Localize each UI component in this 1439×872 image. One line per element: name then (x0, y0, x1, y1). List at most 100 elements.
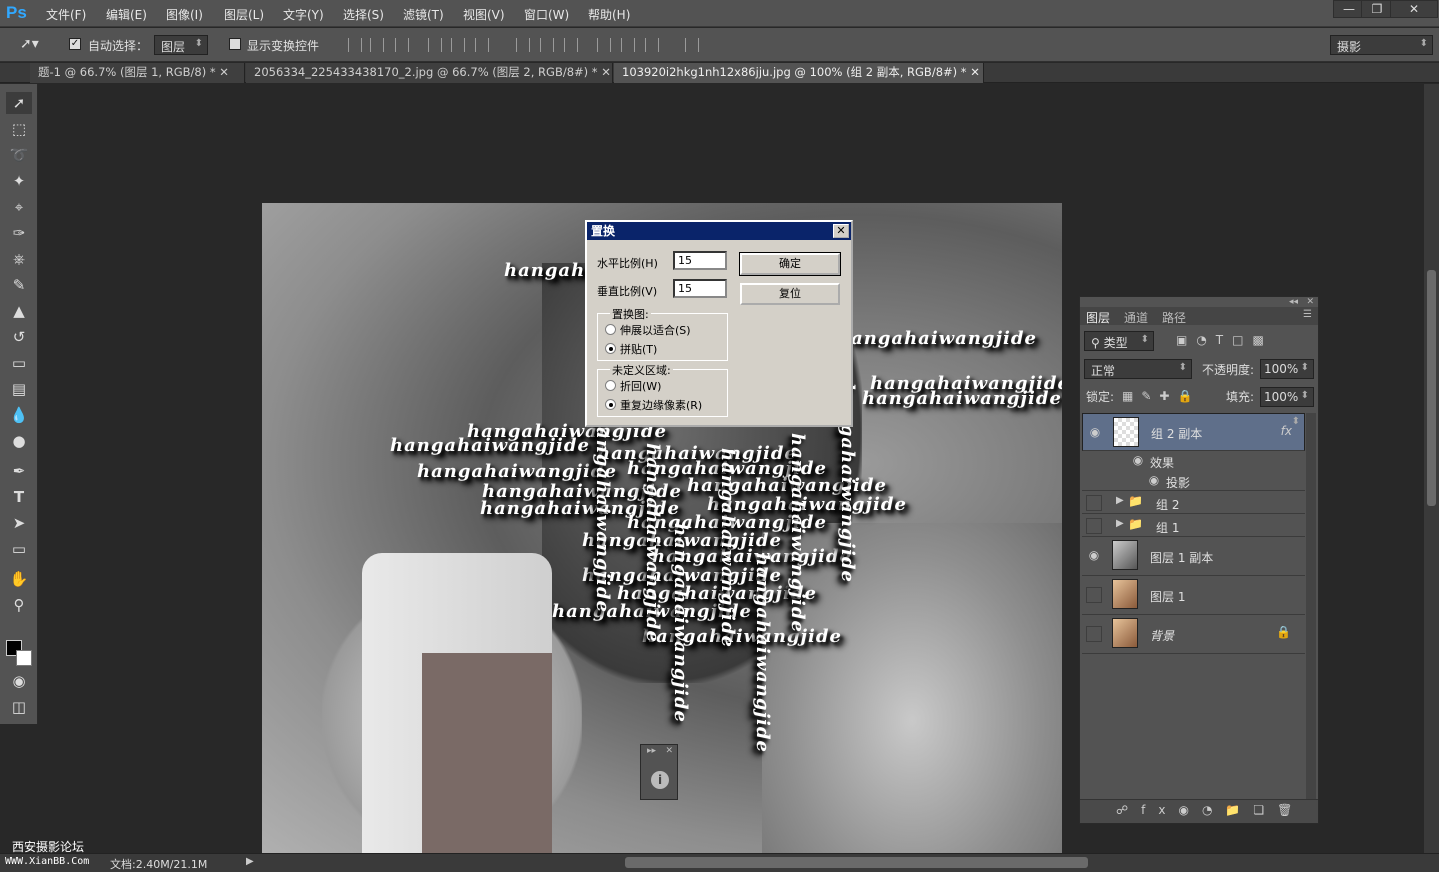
distribute-vcenter-icon[interactable] (540, 38, 554, 52)
menu-filter[interactable]: 滤镜(T) (403, 6, 444, 23)
distribute-bottom-icon[interactable] (564, 38, 578, 52)
align-hcenter-icon[interactable] (451, 38, 465, 52)
align-bottom-icon[interactable] (395, 38, 409, 52)
zoom-tool-icon[interactable]: ⚲ (6, 594, 32, 616)
filter-kind-dropdown[interactable]: ⚲ 类型 (1084, 331, 1154, 351)
tab-paths[interactable]: 路径 (1162, 309, 1186, 326)
close-icon[interactable]: ✕ (601, 65, 611, 79)
layer-effects-row[interactable]: ◉ 效果 (1082, 451, 1305, 471)
wrap-radio[interactable] (605, 380, 616, 391)
vertical-scroll-thumb[interactable] (1427, 270, 1436, 506)
visibility-toggle[interactable] (1086, 587, 1102, 603)
close-icon[interactable]: ✕ (219, 65, 229, 79)
close-icon[interactable]: ✕ (665, 746, 673, 756)
eraser-tool-icon[interactable]: ▭ (6, 352, 32, 374)
distribute-top-icon[interactable] (516, 38, 530, 52)
collapse-icon[interactable]: ▸▸ (647, 746, 656, 756)
menu-image[interactable]: 图像(I) (166, 6, 203, 23)
show-transform-checkbox[interactable] (229, 38, 241, 50)
dodge-tool-icon[interactable]: ● (6, 430, 32, 452)
marquee-tool-icon[interactable]: ⬚ (6, 118, 32, 140)
layer-row-group-1[interactable]: ▶ 📁 组 1 (1082, 514, 1305, 537)
distribute-left-icon[interactable] (597, 38, 611, 52)
eye-icon[interactable]: ◉ (1087, 425, 1103, 441)
distribute-right-icon[interactable] (645, 38, 659, 52)
reset-button[interactable]: 复位 (740, 283, 840, 305)
eyedropper-icon[interactable]: ✑ (6, 222, 32, 244)
visibility-toggle[interactable] (1086, 495, 1102, 511)
menu-window[interactable]: 窗口(W) (524, 6, 569, 23)
menu-file[interactable]: 文件(F) (46, 6, 86, 23)
menu-edit[interactable]: 编辑(E) (106, 6, 147, 23)
layer-action-icons[interactable]: ☍fx◉◔📁❏🗑 (1116, 803, 1305, 817)
magic-wand-icon[interactable]: ✦ (6, 170, 32, 192)
layer-row-group-2[interactable]: ▶ 📁 组 2 (1082, 491, 1305, 514)
v-scale-input[interactable]: 15 (673, 279, 727, 298)
align-vcenter-icon[interactable] (370, 38, 384, 52)
hand-tool-icon[interactable]: ✋ (6, 568, 32, 590)
auto-align-icon[interactable] (685, 38, 699, 52)
quick-mask-icon[interactable]: ◉ (6, 670, 32, 692)
menu-type[interactable]: 文字(Y) (283, 6, 324, 23)
layer-row-background[interactable]: 背景 🔒 (1082, 615, 1305, 654)
menu-help[interactable]: 帮助(H) (588, 6, 630, 23)
visibility-toggle[interactable] (1086, 626, 1102, 642)
filter-icons[interactable]: ▣◔T□▩ (1176, 333, 1273, 347)
opacity-input[interactable]: 100% (1260, 359, 1314, 379)
fx-icon[interactable]: fx (1281, 424, 1292, 438)
collapse-icon[interactable]: ◂◂ (1289, 297, 1298, 307)
horizontal-scroll-thumb[interactable] (625, 857, 1088, 868)
layer-row-group-2-copy[interactable]: ◉ 组 2 副本 fx (1082, 413, 1305, 451)
pen-tool-icon[interactable]: ✒ (6, 460, 32, 482)
blur-tool-icon[interactable]: 💧 (6, 404, 32, 426)
path-selection-icon[interactable]: ➤ (6, 512, 32, 534)
menu-view[interactable]: 视图(V) (463, 6, 505, 23)
eye-icon[interactable]: ◉ (1130, 453, 1146, 469)
info-icon[interactable]: i (651, 771, 669, 789)
ok-button[interactable]: 确定 (739, 252, 841, 276)
disclosure-icon[interactable]: ▶ (1116, 495, 1124, 506)
layers-scrollbar[interactable] (1306, 413, 1316, 799)
screen-mode-icon[interactable]: ◫ (6, 696, 32, 718)
h-scale-input[interactable]: 15 (673, 251, 727, 270)
eye-icon[interactable]: ◉ (1146, 473, 1162, 489)
move-tool-icon[interactable]: ➚ (6, 92, 32, 114)
align-top-icon[interactable] (348, 38, 362, 52)
shape-tool-icon[interactable]: ▭ (6, 538, 32, 560)
align-right-icon[interactable] (475, 38, 489, 52)
workspace-dropdown[interactable]: 摄影 (1330, 35, 1433, 55)
auto-select-checkbox[interactable]: ✓ (69, 38, 81, 50)
healing-brush-icon[interactable]: ⎈ (6, 248, 32, 270)
blend-mode-dropdown[interactable]: 正常 (1084, 359, 1192, 379)
crop-tool-icon[interactable]: ⌖ (6, 196, 32, 218)
history-brush-icon[interactable]: ↺ (6, 326, 32, 348)
tab-document-3[interactable]: 103920i2hkg1nh12x86jju.jpg @ 100% (组 2 副… (614, 63, 984, 83)
close-icon[interactable]: ✕ (833, 224, 849, 238)
close-window-button[interactable]: ✕ (1390, 0, 1438, 18)
lock-icons[interactable]: ▦✎✚🔒 (1122, 389, 1200, 403)
distribute-hcenter-icon[interactable] (621, 38, 635, 52)
repeat-edge-radio[interactable] (605, 399, 616, 410)
close-icon[interactable]: ✕ (970, 65, 980, 79)
close-icon[interactable]: ✕ (1306, 297, 1314, 307)
layer-row-layer-1[interactable]: 图层 1 (1082, 576, 1305, 615)
move-tool-icon[interactable]: ➚▾ (20, 36, 39, 52)
panel-menu-icon[interactable]: ☰ (1303, 309, 1312, 320)
tab-channels[interactable]: 通道 (1124, 309, 1148, 326)
align-left-icon[interactable] (428, 38, 442, 52)
vertical-scrollbar[interactable] (1424, 84, 1439, 853)
visibility-toggle[interactable] (1086, 518, 1102, 534)
disclosure-icon[interactable]: ▶ (1116, 518, 1124, 529)
menu-layer[interactable]: 图层(L) (224, 6, 264, 23)
restore-button[interactable]: ❐ (1361, 0, 1393, 18)
layer-drop-shadow-row[interactable]: ◉ 投影 (1082, 471, 1305, 491)
auto-select-target-dropdown[interactable]: 图层 (154, 35, 208, 55)
tab-document-2[interactable]: 2056334_225433438170_2.jpg @ 66.7% (图层 2… (246, 63, 613, 83)
brush-tool-icon[interactable]: ✎ (6, 274, 32, 296)
stretch-radio[interactable] (605, 324, 616, 335)
eye-icon[interactable]: ◉ (1086, 548, 1102, 564)
status-menu-arrow-icon[interactable]: ▶ (246, 856, 254, 867)
tab-layers[interactable]: 图层 (1086, 309, 1110, 326)
layer-row-layer-1-copy[interactable]: ◉ 图层 1 副本 (1082, 537, 1305, 576)
background-color-swatch[interactable] (16, 650, 32, 666)
